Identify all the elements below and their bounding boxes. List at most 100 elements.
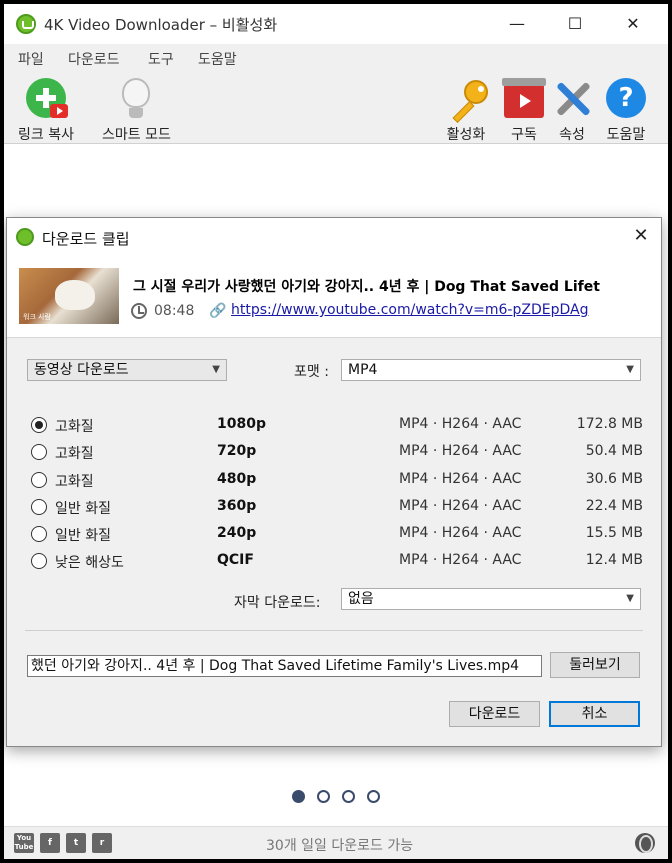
pager-dot-3[interactable]: [342, 790, 355, 803]
maximize-button[interactable]: ☐: [552, 10, 598, 38]
quality-radio[interactable]: [31, 417, 47, 433]
add-link-icon: [24, 78, 68, 120]
help-button[interactable]: ? 도움말: [604, 78, 648, 144]
quality-name: 일반 화질: [55, 528, 111, 544]
quality-radio[interactable]: [31, 444, 47, 460]
quality-option[interactable]: 일반 화질 240p MP4 · H264 · AAC 15.5 MB: [31, 524, 645, 546]
reddit-icon[interactable]: r: [92, 833, 112, 853]
quality-name: 고화질: [55, 446, 94, 462]
title-bar: 4K Video Downloader – 비활성화 — ☐ ✕: [4, 4, 668, 44]
video-title: 그 시절 우리가 사랑했던 아기와 강아지.. 4년 후 | Dog That …: [133, 279, 600, 295]
subtitles-label: 자막 다운로드:: [234, 595, 321, 611]
app-logo-icon: [16, 228, 34, 246]
preferences-button[interactable]: 속성: [550, 78, 594, 144]
subscribe-label: 구독: [511, 127, 537, 143]
activate-button[interactable]: 활성화: [444, 78, 488, 144]
download-clip-dialog: 다운로드 클립 ✕ 워크 사람 그 시절 우리가 사랑했던 아기와 강아지.. …: [6, 217, 662, 747]
thumbnail-caption: 워크 사람: [23, 313, 51, 321]
menu-download[interactable]: 다운로드: [68, 49, 120, 69]
lightbulb-icon: [114, 78, 158, 120]
pager: [4, 790, 668, 806]
preferences-label: 속성: [559, 127, 585, 143]
smart-mode-button[interactable]: 스마트 모드: [102, 78, 171, 144]
quality-size: 50.4 MB: [585, 443, 643, 459]
quality-size: 15.5 MB: [585, 525, 643, 541]
paste-link-label: 링크 복사: [18, 127, 74, 143]
quality-name: 고화질: [55, 474, 94, 490]
chevron-down-icon: ▼: [626, 593, 634, 604]
video-info: 워크 사람 그 시절 우리가 사랑했던 아기와 강아지.. 4년 후 | Dog…: [7, 256, 661, 338]
pager-dot-4[interactable]: [367, 790, 380, 803]
download-type-value: 동영상 다운로드: [34, 362, 129, 378]
daily-downloads-status: 30개 일일 다운로드 가능: [266, 838, 414, 854]
menu-help[interactable]: 도움말: [198, 49, 237, 69]
quality-codec: MP4 · H264 · AAC: [399, 552, 522, 568]
smart-mode-label: 스마트 모드: [102, 127, 171, 143]
browse-button[interactable]: 둘러보기: [550, 652, 640, 678]
help-icon: ?: [604, 78, 648, 120]
link-icon: 🔗: [209, 303, 227, 319]
menu-file[interactable]: 파일: [18, 49, 44, 69]
key-icon: [444, 78, 488, 123]
tools-icon: [550, 78, 594, 120]
subscriptions-icon: [502, 78, 546, 120]
quality-size: 30.6 MB: [585, 471, 643, 487]
quality-resolution: 480p: [217, 471, 257, 487]
quality-codec: MP4 · H264 · AAC: [399, 471, 522, 487]
quality-name: 고화질: [55, 419, 94, 435]
quality-resolution: 720p: [217, 443, 257, 459]
dialog-title-bar: 다운로드 클립 ✕: [7, 218, 661, 256]
quality-radio[interactable]: [31, 526, 47, 542]
app-logo-icon: [16, 14, 36, 34]
format-label: 포맷 :: [294, 364, 329, 380]
video-duration: 08:48: [154, 303, 195, 319]
format-value: MP4: [348, 362, 378, 378]
quality-codec: MP4 · H264 · AAC: [399, 443, 522, 459]
globe-icon[interactable]: [635, 833, 655, 853]
download-type-select[interactable]: 동영상 다운로드 ▼: [27, 359, 227, 381]
quality-name: 낮은 해상도: [55, 555, 124, 571]
cancel-button[interactable]: 취소: [549, 701, 640, 727]
quality-codec: MP4 · H264 · AAC: [399, 525, 522, 541]
quality-resolution: 360p: [217, 498, 257, 514]
quality-resolution: 240p: [217, 525, 257, 541]
facebook-icon[interactable]: f: [40, 833, 60, 853]
quality-radio[interactable]: [31, 553, 47, 569]
clock-icon: [131, 303, 147, 319]
quality-option[interactable]: 일반 화질 360p MP4 · H264 · AAC 22.4 MB: [31, 497, 645, 519]
chevron-down-icon: ▼: [626, 364, 634, 375]
help-label: 도움말: [606, 127, 646, 143]
quality-size: 12.4 MB: [585, 552, 643, 568]
activate-label: 활성화: [446, 127, 486, 143]
minimize-button[interactable]: —: [494, 10, 540, 38]
video-url-link[interactable]: https://www.youtube.com/watch?v=m6-pZDEp…: [231, 302, 588, 318]
toolbar: 링크 복사 스마트 모드 활성화 구독 속성 ? 도움말: [4, 72, 668, 144]
quality-option[interactable]: 고화질 720p MP4 · H264 · AAC 50.4 MB: [31, 442, 645, 464]
save-path-input[interactable]: 했던 아기와 강아지.. 4년 후 | Dog That Saved Lifet…: [27, 655, 542, 677]
chevron-down-icon: ▼: [212, 364, 220, 375]
dialog-close-button[interactable]: ✕: [631, 226, 651, 246]
download-button[interactable]: 다운로드: [449, 701, 540, 727]
subtitles-select[interactable]: 없음 ▼: [341, 588, 641, 610]
subscribe-button[interactable]: 구독: [502, 78, 546, 144]
close-button[interactable]: ✕: [610, 10, 656, 38]
quality-option[interactable]: 낮은 해상도 QCIF MP4 · H264 · AAC 12.4 MB: [31, 551, 645, 573]
pager-dot-2[interactable]: [317, 790, 330, 803]
paste-link-button[interactable]: 링크 복사: [18, 78, 74, 144]
youtube-icon[interactable]: You Tube: [14, 833, 34, 853]
pager-dot-1[interactable]: [292, 790, 305, 803]
divider: [25, 630, 643, 631]
menu-tools[interactable]: 도구: [148, 49, 174, 69]
quality-resolution: 1080p: [217, 416, 266, 432]
dialog-title: 다운로드 클립: [42, 230, 130, 248]
quality-radio[interactable]: [31, 472, 47, 488]
quality-option[interactable]: 고화질 480p MP4 · H264 · AAC 30.6 MB: [31, 470, 645, 492]
quality-name: 일반 화질: [55, 501, 111, 517]
video-thumbnail: 워크 사람: [19, 268, 119, 324]
twitter-icon[interactable]: t: [66, 833, 86, 853]
window-title: 4K Video Downloader – 비활성화: [44, 16, 278, 34]
format-select[interactable]: MP4 ▼: [341, 359, 641, 381]
quality-radio[interactable]: [31, 499, 47, 515]
quality-option[interactable]: 고화질 1080p MP4 · H264 · AAC 172.8 MB: [31, 415, 645, 437]
quality-size: 22.4 MB: [585, 498, 643, 514]
